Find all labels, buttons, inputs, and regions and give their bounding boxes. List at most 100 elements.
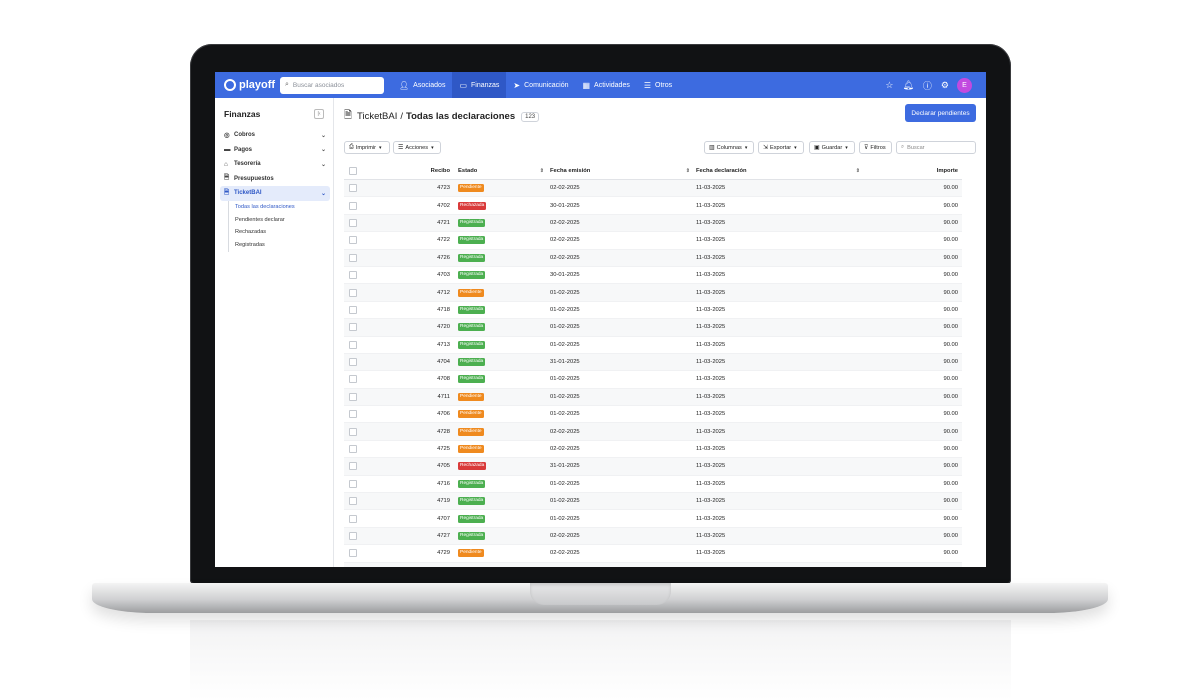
cell-estado: Registrada [456, 323, 547, 332]
card-icon: ▬ [224, 146, 231, 154]
breadcrumb[interactable]: TicketBAI [357, 111, 397, 122]
header-fecha-declaracion[interactable]: Fecha declaración ⇕ [693, 168, 863, 174]
row-checkbox[interactable] [344, 340, 362, 349]
associates-search-input[interactable]: ⌕ Buscar asociados [280, 76, 384, 94]
submenu-item-registradas[interactable]: Registradas [235, 239, 330, 252]
header-importe[interactable]: Importe [863, 168, 962, 174]
row-checkbox[interactable] [344, 375, 362, 384]
sidebar-item-ticketbai[interactable]: 🗎 TicketBAI ⌄ [220, 186, 330, 201]
cell-recibo: 4716 [437, 480, 450, 487]
row-checkbox[interactable] [344, 532, 362, 540]
row-checkbox[interactable] [344, 479, 362, 488]
cell-estado: Pendiente [456, 549, 547, 558]
avatar[interactable]: E [957, 77, 972, 93]
table-row[interactable]: 4703 Registrada 30-01-2025 11-03-2025 90.00 [344, 267, 962, 285]
row-checkbox[interactable] [344, 392, 362, 401]
sidebar-item-tesorera[interactable]: ⌂ Tesorería ⌄ [220, 157, 330, 172]
table-row[interactable]: 4704 Registrada 31-01-2025 11-03-2025 90.00 [344, 353, 962, 372]
status-badge: Pendiente [458, 549, 484, 558]
row-checkbox[interactable] [344, 323, 362, 332]
table-row[interactable]: 4729 Pendiente 02-02-2025 11-03-2025 90.00 [344, 545, 962, 563]
row-checkbox[interactable] [344, 514, 362, 523]
header-fecha-emision[interactable]: Fecha emisión ⇕ [547, 168, 693, 174]
gear-icon[interactable]: ⚙ [941, 80, 949, 91]
table-row[interactable]: 4712 Pendiente 01-02-2025 11-03-2025 90.00 [344, 284, 962, 302]
row-checkbox[interactable] [344, 305, 362, 314]
table-row[interactable]: 4721 Registrada 02-02-2025 11-03-2025 90.00 [344, 214, 962, 233]
star-icon[interactable]: ☆ [885, 80, 893, 91]
cell-fecha-emision: 02-02-2025 [550, 550, 580, 557]
row-checkbox[interactable] [344, 184, 362, 193]
table-row[interactable]: 4709Pendiente01-02-202511-03-202590.00 [344, 562, 962, 567]
filtros-button[interactable]: ⊽ Filtros [859, 141, 892, 154]
table-row[interactable]: 4718 Registrada 01-02-2025 11-03-2025 90.00 [344, 302, 962, 320]
header-recibo[interactable]: Recibo [362, 168, 456, 174]
declarar-pendientes-button[interactable]: Declarar pendientes [905, 104, 976, 122]
table-row[interactable]: 4711 Pendiente 01-02-2025 11-03-2025 90.00 [344, 388, 962, 407]
status-badge: Registrada [458, 358, 486, 367]
header-estado[interactable]: Estado ⇕ [456, 168, 547, 174]
row-checkbox[interactable] [344, 497, 362, 506]
table-row[interactable]: 4716 Registrada 01-02-2025 11-03-2025 90.00 [344, 476, 962, 494]
nav-item-asociados[interactable]: 👤︎ Asociados [392, 72, 452, 98]
row-checkbox[interactable] [344, 410, 362, 419]
table-row[interactable]: 4728 Pendiente 02-02-2025 11-03-2025 90.00 [344, 423, 962, 441]
row-checkbox[interactable] [344, 445, 362, 454]
cell-fecha-emision: 30-01-2025 [550, 272, 580, 279]
table-row[interactable]: 4720 Registrada 01-02-2025 11-03-2025 90.00 [344, 319, 962, 337]
row-checkbox[interactable] [344, 253, 362, 262]
app-logo[interactable]: playoff [224, 79, 280, 91]
submenu-item-todaslasdeclaraciones[interactable]: Todas las declaraciones [235, 201, 330, 214]
acciones-button[interactable]: ☰ Acciones ▾ [393, 141, 441, 154]
row-checkbox[interactable] [344, 462, 362, 471]
cell-fecha-declaracion: 11-03-2025 [696, 480, 726, 487]
sidebar-item-cobros[interactable]: ◎ Cobros ⌄ [220, 128, 330, 143]
status-badge: Rechazada [458, 462, 487, 471]
imprimir-button[interactable]: ⎙ Imprimir ▾ [344, 141, 390, 154]
cell-importe: 90.00 [943, 289, 958, 296]
table-row[interactable]: 4726 Registrada 02-02-2025 11-03-2025 90.00 [344, 249, 962, 267]
row-checkbox[interactable] [344, 288, 362, 297]
table-row[interactable]: 4702 Rechazada 30-01-2025 11-03-2025 90.00 [344, 197, 962, 215]
cell-fecha-emision: 31-01-2025 [550, 359, 580, 366]
sidebar-item-presupuestos[interactable]: 🗎 Presupuestos [220, 172, 330, 187]
table-row[interactable]: 4705 Rechazada 31-01-2025 11-03-2025 90.00 [344, 458, 962, 476]
submenu-item-pendientesdeclarar[interactable]: Pendientes declarar [235, 213, 330, 226]
table-row[interactable]: 4727 Registrada 02-02-2025 11-03-2025 90.00 [344, 527, 962, 546]
table-row[interactable]: 4708 Registrada 01-02-2025 11-03-2025 90.00 [344, 371, 962, 389]
row-checkbox[interactable] [344, 358, 362, 367]
cell-recibo: 4703 [437, 272, 450, 279]
nav-item-actividades[interactable]: ▦ Actividades [575, 72, 636, 98]
nav-item-finanzas[interactable]: ▭ Finanzas [452, 72, 507, 98]
search-icon: ⌕ [285, 81, 289, 88]
row-checkbox[interactable] [344, 236, 362, 245]
collapse-sidebar-icon[interactable]: |‹ [314, 109, 324, 119]
row-checkbox[interactable] [344, 201, 362, 210]
table-search-input[interactable]: ⌕ Buscar [896, 141, 976, 154]
submenu-item-rechazadas[interactable]: Rechazadas [235, 226, 330, 239]
nav-item-otros[interactable]: ☰ Otros [637, 72, 679, 98]
row-checkbox[interactable] [344, 427, 362, 436]
table-row[interactable]: 4723 Pendiente 02-02-2025 11-03-2025 90.00 [344, 180, 962, 198]
cell-fecha-emision: 02-02-2025 [550, 254, 580, 261]
help-icon[interactable]: ⓘ [923, 79, 932, 92]
table-row[interactable]: 4722 Registrada 02-02-2025 11-03-2025 90.00 [344, 232, 962, 250]
guardar-button[interactable]: ▣ Guardar ▾ [809, 141, 855, 154]
table-row[interactable]: 4706 Pendiente 01-02-2025 11-03-2025 90.00 [344, 406, 962, 424]
row-checkbox[interactable] [344, 549, 362, 558]
table-row[interactable]: 4725 Pendiente 02-02-2025 11-03-2025 90.00 [344, 441, 962, 459]
select-all-checkbox[interactable] [344, 167, 362, 175]
table-row[interactable]: 4713 Registrada 01-02-2025 11-03-2025 90.00 [344, 337, 962, 354]
row-checkbox[interactable] [344, 218, 362, 227]
table-row[interactable]: 4719 Registrada 01-02-2025 11-03-2025 90.00 [344, 493, 962, 511]
row-checkbox[interactable] [344, 271, 362, 280]
nav-item-comunicacin[interactable]: ➤ Comunicación [506, 72, 575, 98]
bell-icon[interactable]: 🔔︎ [902, 80, 913, 91]
columnas-button[interactable]: ▥ Columnas ▾ [704, 141, 754, 154]
table-row[interactable]: 4707 Registrada 01-02-2025 11-03-2025 90.00 [344, 510, 962, 528]
exportar-button[interactable]: ⇲ Exportar ▾ [758, 141, 804, 154]
sidebar-item-pagos[interactable]: ▬ Pagos ⌄ [220, 143, 330, 158]
cell-fecha-emision: 01-02-2025 [550, 393, 580, 400]
cell-fecha-declaracion: 11-03-2025 [696, 359, 726, 366]
cell-estado: Rechazada [456, 201, 547, 210]
